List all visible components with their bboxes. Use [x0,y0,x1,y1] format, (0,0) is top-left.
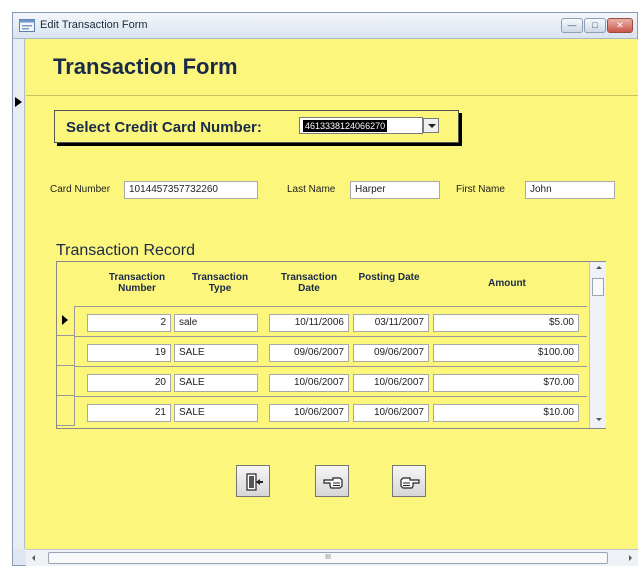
row-divider [75,396,587,397]
close-button[interactable]: ✕ [607,18,633,33]
transaction-record-title: Transaction Record [56,242,196,259]
row-selector[interactable] [57,336,75,366]
amount-cell[interactable]: $5.00 [433,314,579,332]
window-title: Edit Transaction Form [40,19,148,31]
exit-button[interactable] [236,465,270,497]
amount-cell[interactable]: $70.00 [433,374,579,392]
form-body: Transaction Form Select Credit Card Numb… [26,39,638,549]
row-divider [75,336,587,337]
selected-card-number[interactable]: 4613338124066270 [303,120,388,132]
maximize-button[interactable]: □ [584,18,606,33]
minimize-icon: — [567,20,577,30]
scroll-thumb[interactable] [592,278,604,296]
transaction-date-cell[interactable]: 10/06/2007 [269,374,349,392]
scroll-right-icon[interactable] [629,555,632,561]
card-number-label: Card Number [50,184,111,195]
first-name-field[interactable]: John [525,181,615,199]
form-header: Transaction Form [26,39,638,96]
form-title: Transaction Form [53,54,238,79]
transaction-number-cell[interactable]: 21 [87,404,171,422]
amount-cell[interactable]: $10.00 [433,404,579,422]
posting-date-cell[interactable]: 10/06/2007 [353,404,429,422]
posting-date-cell[interactable]: 10/06/2007 [353,374,429,392]
header-transaction-date: Transaction Date [280,272,338,294]
header-transaction-number: Transaction Number [108,272,166,294]
point-right-icon [400,477,420,489]
horizontal-scrollbar[interactable]: III [26,549,638,566]
transaction-type-cell[interactable]: SALE [174,404,258,422]
row-divider [75,366,587,367]
form-icon [19,19,35,32]
combo-dropdown-button[interactable] [423,118,439,133]
maximize-icon: □ [592,20,598,30]
last-name-label: Last Name [287,184,336,195]
next-record-button[interactable] [392,465,426,497]
previous-record-button[interactable] [315,465,349,497]
transaction-subform: Transaction Number Transaction Type Tran… [56,261,606,429]
last-name-field[interactable]: Harper [350,181,440,199]
header-transaction-type: Transaction Type [191,272,249,294]
card-selector-panel: Select Credit Card Number: 4613338124066… [54,110,459,143]
point-left-icon [323,477,343,489]
scroll-up-icon[interactable] [596,266,602,269]
transaction-type-cell[interactable]: SALE [174,374,258,392]
header-amount: Amount [488,278,526,289]
horizontal-scroll-thumb[interactable]: III [48,552,608,564]
first-name-label: First Name [456,184,505,195]
scroll-grip: III [325,554,331,561]
transaction-date-cell[interactable]: 09/06/2007 [269,344,349,362]
row-selector[interactable] [57,366,75,396]
row-selector[interactable] [57,306,75,336]
minimize-button[interactable]: — [561,18,583,33]
card-selector-label: Select Credit Card Number: [66,119,262,136]
header-posting-date: Posting Date [358,272,420,283]
transaction-type-cell[interactable]: SALE [174,344,258,362]
transaction-date-cell[interactable]: 10/11/2006 [269,314,349,332]
row-selector[interactable] [57,396,75,426]
record-selector-column[interactable] [13,39,25,549]
title-bar[interactable]: Edit Transaction Form — □ ✕ [13,13,637,39]
transaction-type-cell[interactable]: sale [174,314,258,332]
transaction-number-cell[interactable]: 19 [87,344,171,362]
posting-date-cell[interactable]: 03/11/2007 [353,314,429,332]
subform-vertical-scrollbar[interactable] [589,262,606,428]
current-record-arrow-icon [15,97,22,107]
transaction-number-cell[interactable]: 2 [87,314,171,332]
scroll-down-icon[interactable] [596,418,602,421]
card-number-field[interactable]: 1014457357732260 [124,181,258,199]
transaction-number-cell[interactable]: 20 [87,374,171,392]
amount-cell[interactable]: $100.00 [433,344,579,362]
edit-transaction-window: Edit Transaction Form — □ ✕ Transaction … [12,12,638,566]
scroll-left-icon[interactable] [32,555,35,561]
exit-door-icon [246,473,263,491]
posting-date-cell[interactable]: 09/06/2007 [353,344,429,362]
transaction-date-cell[interactable]: 10/06/2007 [269,404,349,422]
card-number-combo[interactable]: 4613338124066270 [299,117,423,134]
row-divider [75,306,587,307]
close-icon: ✕ [616,20,624,30]
